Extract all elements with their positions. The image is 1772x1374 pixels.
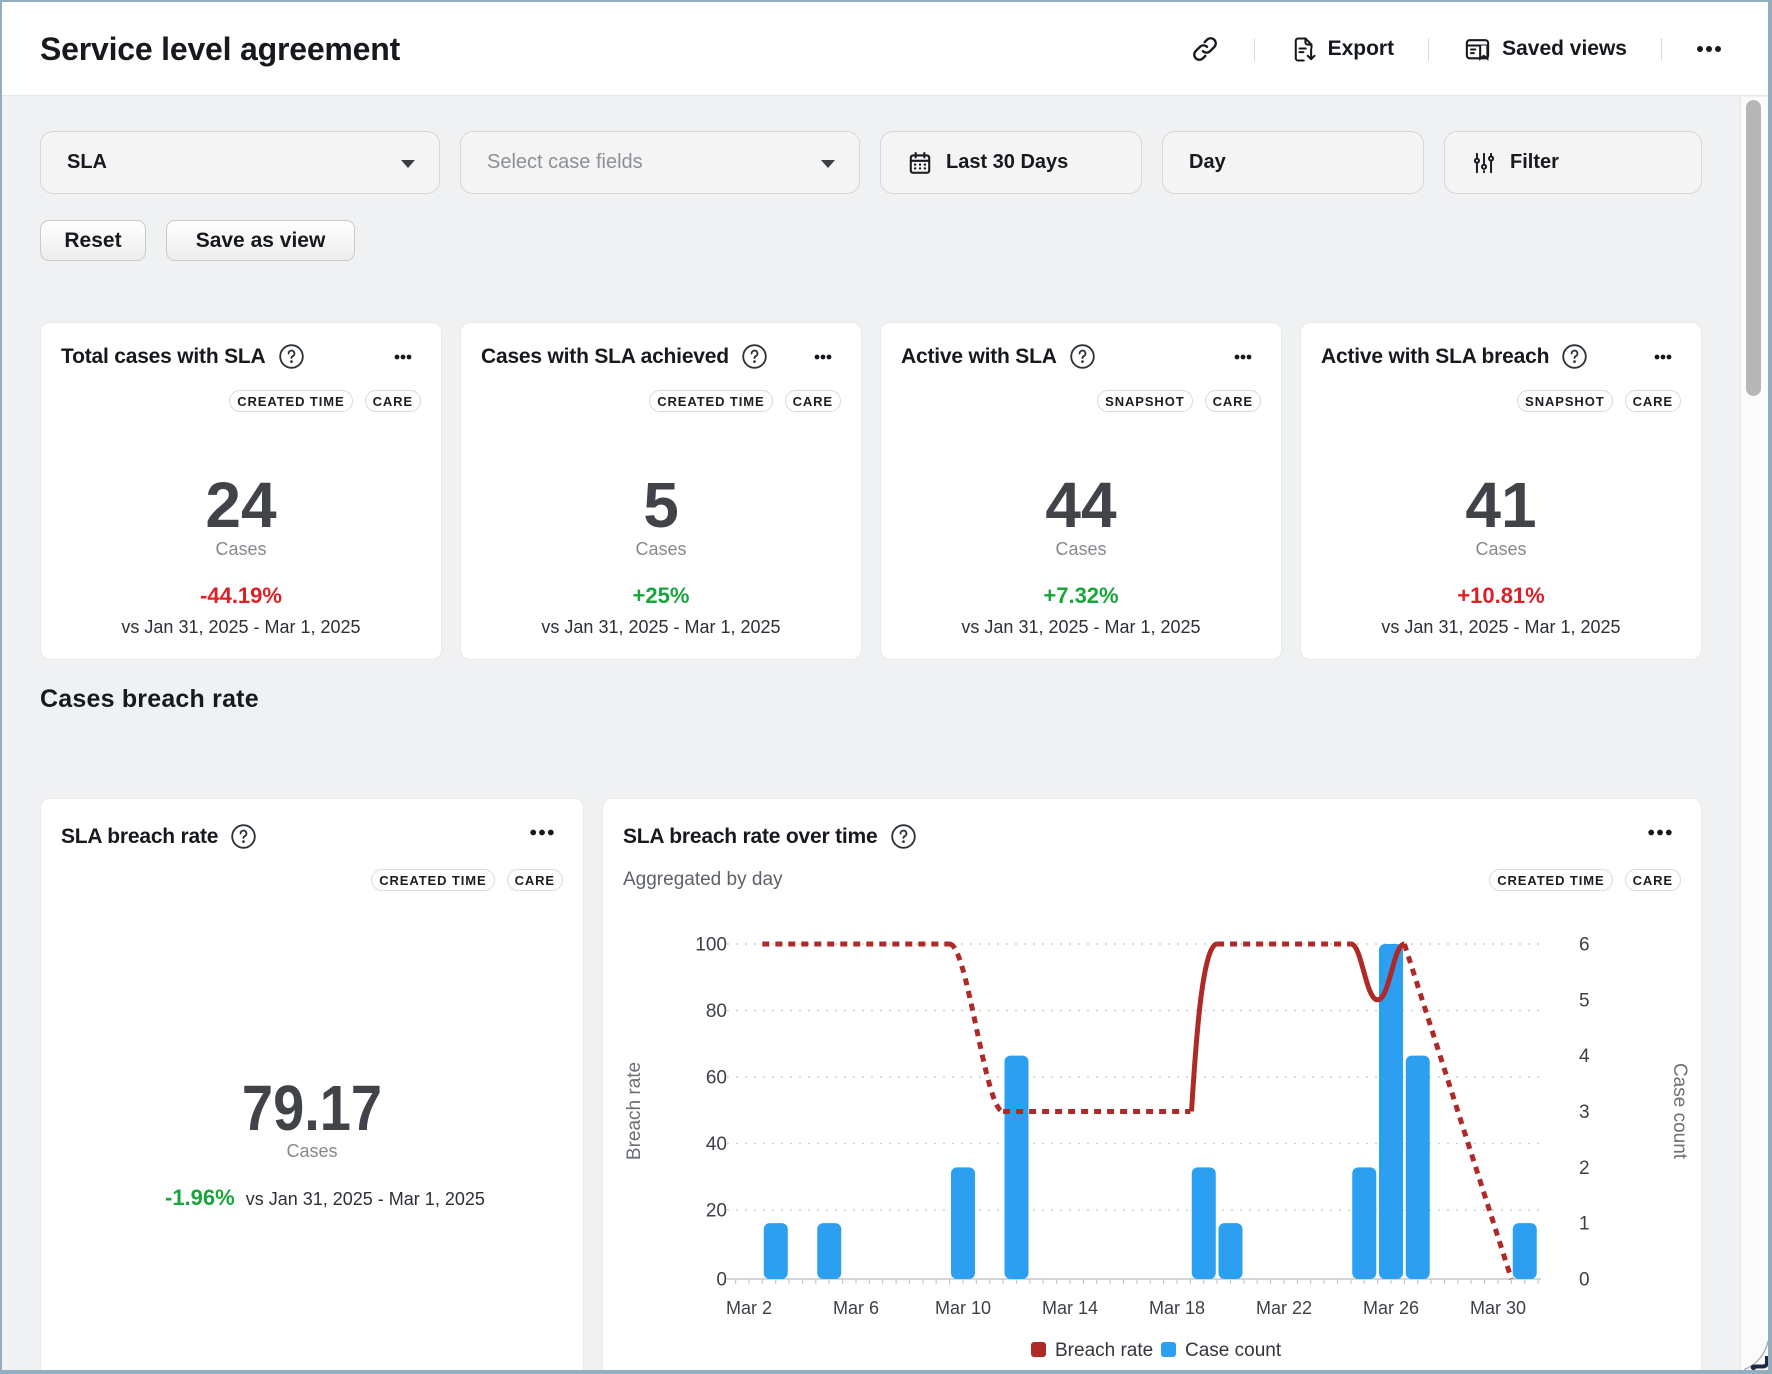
svg-text:1: 1: [1579, 1214, 1590, 1235]
svg-text:20: 20: [706, 1201, 727, 1222]
svg-text:Case count: Case count: [1669, 1063, 1690, 1160]
svg-text:Mar 14: Mar 14: [1042, 1298, 1098, 1318]
svg-text:3: 3: [1579, 1102, 1590, 1123]
svg-text:Mar 26: Mar 26: [1363, 1298, 1419, 1318]
svg-text:100: 100: [695, 935, 727, 956]
svg-text:5: 5: [1579, 990, 1590, 1011]
svg-text:Mar 30: Mar 30: [1470, 1298, 1526, 1318]
svg-text:0: 0: [1579, 1269, 1590, 1290]
svg-text:Mar 2: Mar 2: [726, 1298, 772, 1318]
svg-text:Mar 18: Mar 18: [1149, 1298, 1205, 1318]
svg-text:60: 60: [706, 1068, 727, 1089]
svg-text:Mar 22: Mar 22: [1256, 1298, 1312, 1318]
svg-text:0: 0: [716, 1270, 727, 1291]
svg-text:Case count: Case count: [1185, 1340, 1282, 1361]
svg-text:2: 2: [1579, 1158, 1590, 1179]
svg-text:Breach rate: Breach rate: [1055, 1340, 1153, 1361]
svg-text:40: 40: [706, 1134, 727, 1155]
svg-text:Breach rate: Breach rate: [624, 1062, 645, 1160]
svg-text:80: 80: [706, 1001, 727, 1022]
svg-text:4: 4: [1579, 1046, 1590, 1067]
svg-text:6: 6: [1579, 935, 1590, 956]
svg-text:Mar 6: Mar 6: [833, 1298, 879, 1318]
svg-text:Mar 10: Mar 10: [935, 1298, 991, 1318]
